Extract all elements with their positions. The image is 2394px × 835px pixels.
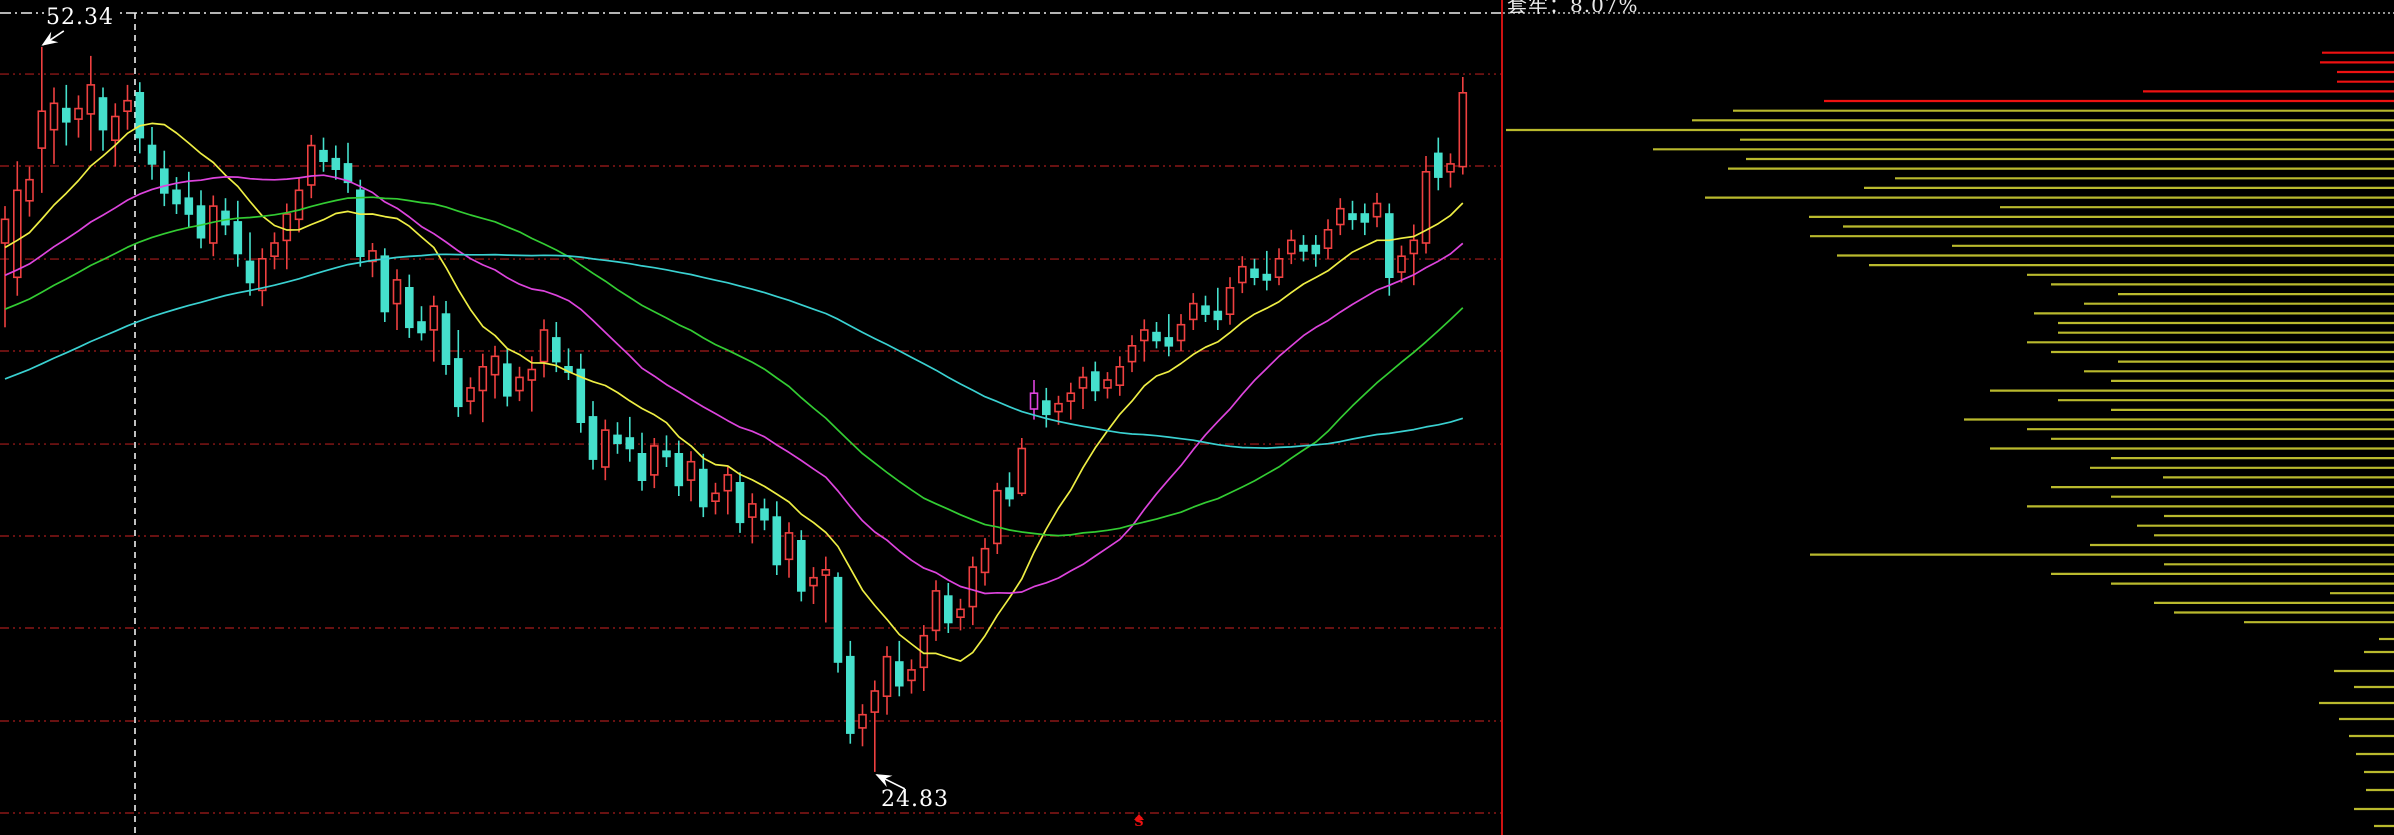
- panel-divider: [1501, 0, 1503, 835]
- chart-window: S 52.34 24.83 套牢：8.07%: [0, 0, 2394, 835]
- trapped-ratio-label: 套牢：8.07%: [1507, 0, 1639, 16]
- svg-text:S: S: [1134, 815, 1143, 830]
- chip-distribution-chart[interactable]: [1503, 0, 2394, 835]
- kline-chart[interactable]: S: [0, 0, 1503, 835]
- high-price-label: 52.34: [44, 7, 116, 29]
- low-price-label: 24.83: [879, 789, 951, 811]
